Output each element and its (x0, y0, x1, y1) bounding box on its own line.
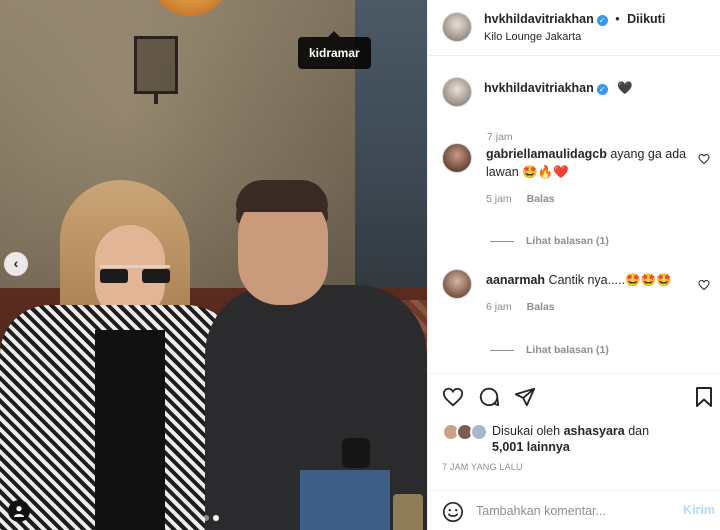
comment-icon[interactable] (478, 386, 500, 408)
caption-time: 7 jam (487, 131, 513, 143)
comments-section[interactable]: hvkhildavitriakhan ✓ 🖤 7 jam gabriellamau… (428, 57, 720, 372)
carousel-dots (203, 515, 219, 521)
chevron-left-icon: ‹ (13, 255, 19, 271)
location-link[interactable]: Kilo Lounge Jakarta (484, 31, 581, 43)
emoji-icon[interactable] (442, 501, 464, 523)
view-replies-button[interactable]: Lihat balasan (1) (490, 344, 609, 356)
post-actions (428, 373, 720, 420)
header-name-line: hvkhildavitriakhan ✓ • Diikuti (484, 12, 665, 26)
reply-button[interactable]: Balas (527, 301, 555, 313)
add-comment-bar: Kirim (428, 490, 720, 530)
likes-prefix: Disukai oleh (492, 424, 561, 438)
comment-meta: 5 jam Balas (486, 193, 555, 205)
tagged-users-button[interactable] (8, 500, 30, 522)
header-username[interactable]: hvkhildavitriakhan (484, 12, 594, 26)
view-replies-button[interactable]: Lihat balasan (1) (490, 235, 609, 247)
black-top (95, 330, 165, 530)
verified-badge-icon: ✓ (596, 84, 608, 95)
verified-badge-icon: ✓ (596, 15, 608, 26)
comment-text: Cantik nya.....🤩🤩🤩 (548, 273, 672, 287)
carousel-dot (203, 515, 209, 521)
wrist-watch (342, 438, 370, 468)
sunglasses (100, 265, 170, 283)
post-image[interactable]: kidramar ‹ (0, 0, 427, 530)
carousel-prev-button[interactable]: ‹ (4, 252, 28, 276)
likes-summary: Disukai oleh ashasyara dan 5,001 lainnya (442, 421, 712, 457)
likes-count-button[interactable]: 5,001 lainnya (492, 440, 570, 454)
post-comment-button[interactable]: Kirim (683, 503, 715, 517)
avatar[interactable] (442, 12, 472, 42)
comment-username[interactable]: aanarmah (486, 273, 545, 287)
comment-time: 5 jam (486, 193, 512, 205)
comment-input[interactable] (476, 501, 666, 521)
share-icon[interactable] (514, 386, 536, 408)
bookmark-icon[interactable] (695, 386, 713, 408)
user-tag-icon (14, 506, 24, 517)
carousel-dot-active (213, 515, 219, 521)
avatar[interactable] (442, 77, 472, 107)
post-header: hvkhildavitriakhan ✓ • Diikuti Kilo Loung… (428, 0, 720, 56)
liker-avatars[interactable] (442, 423, 490, 441)
user-tag-label[interactable]: kidramar (298, 31, 371, 69)
post-details-panel: hvkhildavitriakhan ✓ • Diikuti Kilo Loung… (427, 0, 720, 530)
wall-sconce-stem (154, 94, 158, 104)
jeans (300, 470, 390, 530)
wall-sconce (134, 36, 178, 94)
man-hair-top (236, 180, 328, 212)
liker-username[interactable]: ashasyara (564, 424, 625, 438)
follow-separator: • (615, 12, 620, 26)
heart-icon[interactable] (698, 279, 710, 291)
likes-text: Disukai oleh ashasyara dan 5,001 lainnya (492, 423, 649, 455)
post-timestamp[interactable]: 7 JAM YANG LALU (442, 462, 523, 472)
likes-and: dan (628, 424, 650, 438)
follow-status-button[interactable]: Diikuti (627, 12, 665, 26)
drink-glass (393, 494, 423, 530)
avatar (470, 423, 488, 441)
caption-username[interactable]: hvkhildavitriakhan (484, 81, 594, 95)
avatar[interactable] (442, 269, 472, 299)
heart-icon[interactable] (698, 153, 710, 165)
caption-text: 🖤 (617, 81, 633, 95)
avatar[interactable] (442, 143, 472, 173)
comment-meta: 6 jam Balas (486, 301, 555, 313)
heart-icon[interactable] (442, 386, 464, 408)
reply-button[interactable]: Balas (527, 193, 555, 205)
comment-username[interactable]: gabriellamaulidagcb (486, 147, 607, 161)
comment-time: 6 jam (486, 301, 512, 313)
